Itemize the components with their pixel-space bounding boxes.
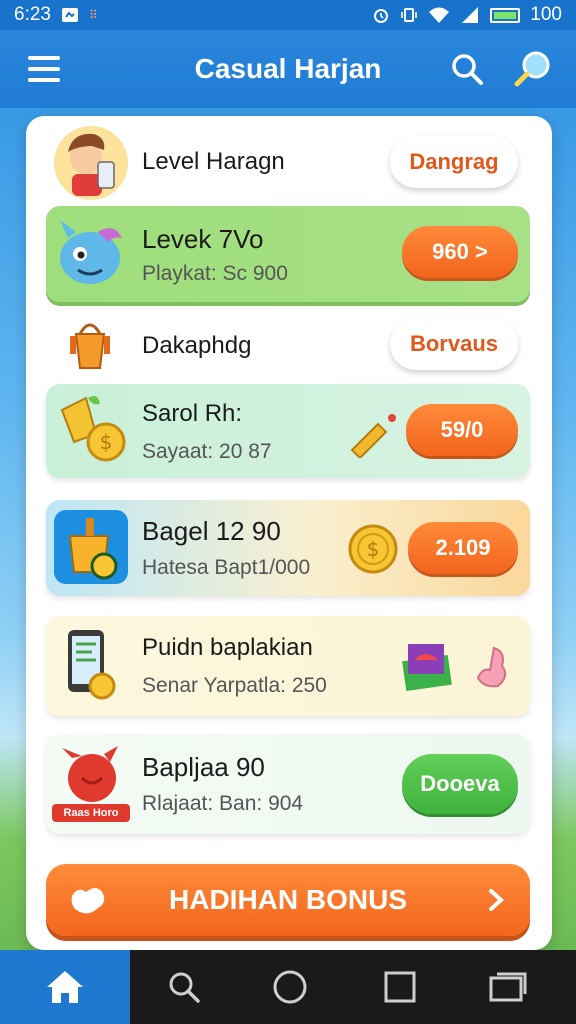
orange-bag-icon xyxy=(70,323,110,369)
bottom-navigation xyxy=(0,950,576,1024)
row-subtitle: Sayaat: 20 87 xyxy=(142,440,272,463)
row-action-button[interactable]: Borvaus xyxy=(390,318,518,370)
wifi-icon xyxy=(429,7,450,23)
row-subtitle: Playkat: Sc 900 xyxy=(142,262,288,285)
search-icon xyxy=(169,972,200,1003)
list-item-bapljaa: Raas Horo Bapljaa 90 Rlajaat: Ban: 904 D… xyxy=(46,734,530,834)
list-item-level-progress: Levek 7Vo Playkat: Sc 900 960 > xyxy=(46,206,530,302)
list-item-bagel: Bagel 12 90 Hatesa Bapt1/000 $ 2.109 xyxy=(46,500,530,596)
list-item-coins: $ Sarol Rh: Sayaat: 20 87 59/0 xyxy=(46,384,530,478)
svg-text:$: $ xyxy=(100,430,113,454)
notification-icon xyxy=(61,8,78,22)
vibrate-icon xyxy=(401,8,418,22)
bonus-label: HADIHAN BONUS xyxy=(169,884,407,915)
row-title: Bagel 12 90 xyxy=(142,516,281,546)
player-avatar-icon xyxy=(54,126,128,200)
gold-coin-icon: $ xyxy=(348,524,398,574)
home-icon xyxy=(47,971,83,1003)
magnifier-globe-icon xyxy=(514,51,550,87)
row-subtitle: Rlajaat: Ban: 904 xyxy=(142,792,304,815)
row-action-button[interactable]: 2.109 xyxy=(408,522,518,574)
main-card: Level Haragn Dangrag Levek 7Vo Playkat: … xyxy=(26,116,552,950)
square-icon xyxy=(384,971,416,1003)
chevron-right-icon xyxy=(489,889,504,911)
app-title: Casual Harjan xyxy=(194,53,382,84)
list-item-level: Level Haragn Dangrag xyxy=(46,120,530,204)
circle-icon xyxy=(273,970,307,1004)
status-bar: 6:23 ⠿ 100 xyxy=(0,0,576,30)
coins-treasure-icon: $ xyxy=(60,396,126,462)
app-bar: Casual Harjan xyxy=(0,30,576,108)
nav-home-circle-button[interactable] xyxy=(268,965,312,1009)
status-right: 100 xyxy=(372,4,562,26)
row-action-button[interactable]: Dooeva xyxy=(402,754,518,814)
row-title: Levek 7Vo xyxy=(142,224,264,254)
row-subtitle: Hatesa Bapt1/000 xyxy=(142,556,311,579)
status-time: 6:23 xyxy=(14,4,51,25)
nav-search-button[interactable] xyxy=(162,965,206,1009)
phone-coin-icon xyxy=(68,630,116,700)
search-button[interactable] xyxy=(450,52,484,86)
gift-tickets-icon xyxy=(402,644,452,692)
signal-icon xyxy=(462,7,479,23)
row-title: Sarol Rh: xyxy=(142,400,243,427)
alarm-icon xyxy=(374,9,389,23)
search-icon xyxy=(452,54,483,85)
bonus-button[interactable]: HADIHAN BONUS xyxy=(46,864,530,936)
app-notification-icon: ⠿ xyxy=(88,8,98,22)
row-action-button[interactable]: 59/0 xyxy=(406,404,518,456)
row-subtitle: Senar Yarpatla: 250 xyxy=(142,674,327,697)
menu-button[interactable] xyxy=(28,56,60,82)
nav-home-button[interactable] xyxy=(0,950,130,1024)
heart-balloon-icon xyxy=(476,646,507,688)
bonus-star-icon xyxy=(71,888,105,914)
nav-multiwindow-button[interactable] xyxy=(486,965,530,1009)
row-title: Level Haragn xyxy=(142,148,285,175)
battery-text: 100 xyxy=(530,4,562,25)
list-item-puidn: Puidn baplakian Senar Yarpatla: 250 xyxy=(46,616,530,716)
svg-text:$: $ xyxy=(367,537,380,561)
list-item-category: Dakaphdg Borvaus xyxy=(46,312,530,382)
blue-monster-icon xyxy=(60,220,122,284)
horn-decoration-icon xyxy=(350,414,396,458)
row-title: Bapljaa 90 xyxy=(142,752,265,782)
badge-label: Raas Horo xyxy=(52,804,130,822)
row-action-button[interactable]: Dangrag xyxy=(390,136,518,188)
row-title: Puidn baplakian xyxy=(142,634,313,661)
explore-button[interactable] xyxy=(514,50,552,88)
honey-jar-icon xyxy=(54,510,128,584)
nav-recents-button[interactable] xyxy=(378,965,422,1009)
battery-icon xyxy=(490,7,521,23)
status-left: 6:23 ⠿ xyxy=(14,4,98,26)
row-action-button[interactable]: 960 > xyxy=(402,226,518,278)
multiwindow-icon xyxy=(489,972,527,1002)
row-title: Dakaphdg xyxy=(142,332,252,359)
